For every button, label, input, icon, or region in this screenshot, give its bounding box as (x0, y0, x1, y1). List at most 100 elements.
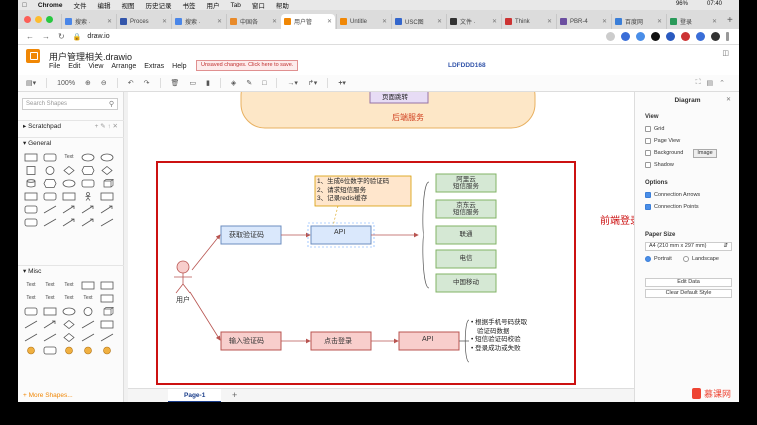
shape-palette-item[interactable] (99, 280, 115, 290)
ext-icon-5[interactable] (681, 32, 690, 41)
url-text[interactable]: draw.io (87, 33, 109, 40)
user-actor-icon[interactable] (174, 260, 192, 294)
menu-history[interactable]: 历史记录 (145, 0, 171, 10)
browser-tab[interactable]: Think ✕ (501, 14, 555, 29)
shape-palette-item[interactable] (42, 217, 58, 227)
menu-bookmarks[interactable]: 书签 (182, 0, 195, 10)
menu-tab[interactable]: Tab (230, 2, 240, 9)
format-panel-icon[interactable]: ▤▾ (26, 79, 36, 87)
close-tab-icon[interactable]: ✕ (712, 18, 717, 25)
menu-view[interactable]: View (88, 63, 103, 70)
shape-palette-item[interactable] (61, 319, 77, 329)
shape-palette-item[interactable]: Text (23, 280, 39, 290)
shape-palette-item[interactable] (80, 152, 96, 162)
shape-palette-item[interactable] (23, 152, 39, 162)
shape-palette-item[interactable] (23, 165, 39, 175)
format-toggle-icon[interactable]: ▤ (707, 79, 714, 87)
shape-palette-item[interactable] (80, 280, 96, 290)
new-tab-button[interactable]: + (727, 15, 733, 26)
shape-palette-item[interactable]: Text (61, 280, 77, 290)
shape-palette-item[interactable] (42, 178, 58, 188)
menu-help[interactable]: Help (172, 63, 186, 70)
browser-tab[interactable]: Proces ✕ (116, 14, 170, 29)
connection-arrows-checkbox[interactable] (645, 192, 651, 198)
scratchpad-section[interactable]: ▸ Scratchpad + ✎ ↑ ✕ (18, 120, 124, 131)
shape-palette-item[interactable] (99, 332, 115, 342)
collapse-icon[interactable]: ⌃ (719, 79, 725, 87)
menu-extras[interactable]: Extras (144, 63, 164, 70)
shape-palette-item[interactable] (23, 204, 39, 214)
close-tab-icon[interactable]: ✕ (547, 18, 552, 25)
shape-palette-item[interactable] (23, 306, 39, 316)
page-tab-1[interactable]: Page-1 (168, 389, 222, 403)
shape-palette-item[interactable] (42, 332, 58, 342)
line-color-icon[interactable]: ✎ (246, 79, 252, 87)
connection-arrows-option[interactable]: Connection Arrows (645, 192, 700, 198)
shape-palette-item[interactable] (80, 204, 96, 214)
shape-palette-item[interactable]: Text (61, 152, 77, 162)
delete-icon[interactable]: 🗑 (171, 79, 180, 87)
ext-icon-1[interactable] (621, 32, 630, 41)
add-page-button[interactable]: + (232, 389, 237, 402)
shape-palette-item[interactable] (99, 178, 115, 188)
shape-palette-item[interactable] (80, 178, 96, 188)
close-tab-icon[interactable]: ✕ (327, 18, 332, 25)
shape-palette-item[interactable]: Text (80, 293, 96, 303)
close-tab-icon[interactable]: ✕ (382, 18, 387, 25)
grid-option[interactable]: Grid (645, 126, 664, 132)
zoom-out-icon[interactable]: ⊖ (101, 79, 107, 87)
unsaved-changes-banner[interactable]: Unsaved changes. Click here to save. (196, 60, 299, 71)
shape-palette-item[interactable] (23, 332, 39, 342)
ext-icon-3[interactable] (651, 32, 660, 41)
shape-palette-item[interactable] (61, 165, 77, 175)
star-icon[interactable] (606, 32, 615, 41)
clear-default-style-button[interactable]: Clear Default Style (645, 289, 732, 298)
shape-palette-item[interactable] (42, 152, 58, 162)
shape-palette-item[interactable]: Text (23, 293, 39, 303)
shape-palette-item[interactable] (23, 345, 39, 355)
menu-edit[interactable]: 编辑 (97, 0, 110, 10)
document-title[interactable]: 用户管理相关.drawio (49, 50, 132, 63)
shape-palette-item[interactable] (42, 319, 58, 329)
waypoint-icon[interactable]: ↱▾ (308, 79, 317, 87)
background-option[interactable]: Background (645, 150, 683, 156)
browser-tab[interactable]: 文件 · ✕ (446, 14, 500, 29)
shape-palette-item[interactable] (80, 332, 96, 342)
diagram-canvas[interactable]: 页面跳转 后端服务 API 获取验证码 用户 1、生成6位数字的验证码 2、请求短… (128, 92, 634, 388)
browser-tab[interactable]: 中国各 ✕ (226, 14, 280, 29)
shape-palette-item[interactable] (61, 178, 77, 188)
user-to-get-code-arrow[interactable] (191, 234, 221, 271)
back-icon[interactable]: ← (26, 32, 34, 41)
connection-icon[interactable]: →▾ (287, 79, 298, 87)
browser-tab[interactable]: 用户管 ✕ (281, 14, 335, 29)
close-tab-icon[interactable]: ✕ (217, 18, 222, 25)
shape-palette-item[interactable] (99, 345, 115, 355)
shape-palette-item[interactable] (42, 191, 58, 201)
shape-palette-item[interactable] (23, 178, 39, 188)
shape-palette-item[interactable] (23, 191, 39, 201)
shape-palette-item[interactable]: Text (42, 280, 58, 290)
apple-icon[interactable]:  (22, 2, 27, 9)
misc-section[interactable]: ▾ Misc (18, 265, 124, 276)
menu-edit[interactable]: Edit (68, 63, 80, 70)
shape-palette-item[interactable] (23, 319, 39, 329)
browser-tab[interactable]: 登录 ✕ (666, 14, 720, 29)
close-window-button[interactable] (24, 16, 31, 23)
close-tab-icon[interactable]: ✕ (602, 18, 607, 25)
shape-palette-item[interactable] (61, 332, 77, 342)
page-view-option[interactable]: Page View (645, 138, 680, 144)
browser-tab[interactable]: USC图 ✕ (391, 14, 445, 29)
shape-palette-item[interactable] (80, 191, 96, 201)
search-shapes-input[interactable]: Search Shapes ⚲ (22, 98, 118, 110)
connection-points-option[interactable]: Connection Points (645, 204, 699, 210)
close-tab-icon[interactable]: ✕ (492, 18, 497, 25)
portrait-radio[interactable] (645, 256, 651, 262)
shape-palette-item[interactable]: Text (61, 293, 77, 303)
menu-chrome[interactable]: Chrome (38, 2, 63, 9)
shadow-option[interactable]: Shadow (645, 162, 674, 168)
close-tab-icon[interactable]: ✕ (162, 18, 167, 25)
menu-arrange[interactable]: Arrange (111, 63, 136, 70)
shape-palette-item[interactable] (99, 319, 115, 329)
shape-palette-item[interactable] (80, 345, 96, 355)
reload-icon[interactable]: ↻ (58, 32, 65, 41)
